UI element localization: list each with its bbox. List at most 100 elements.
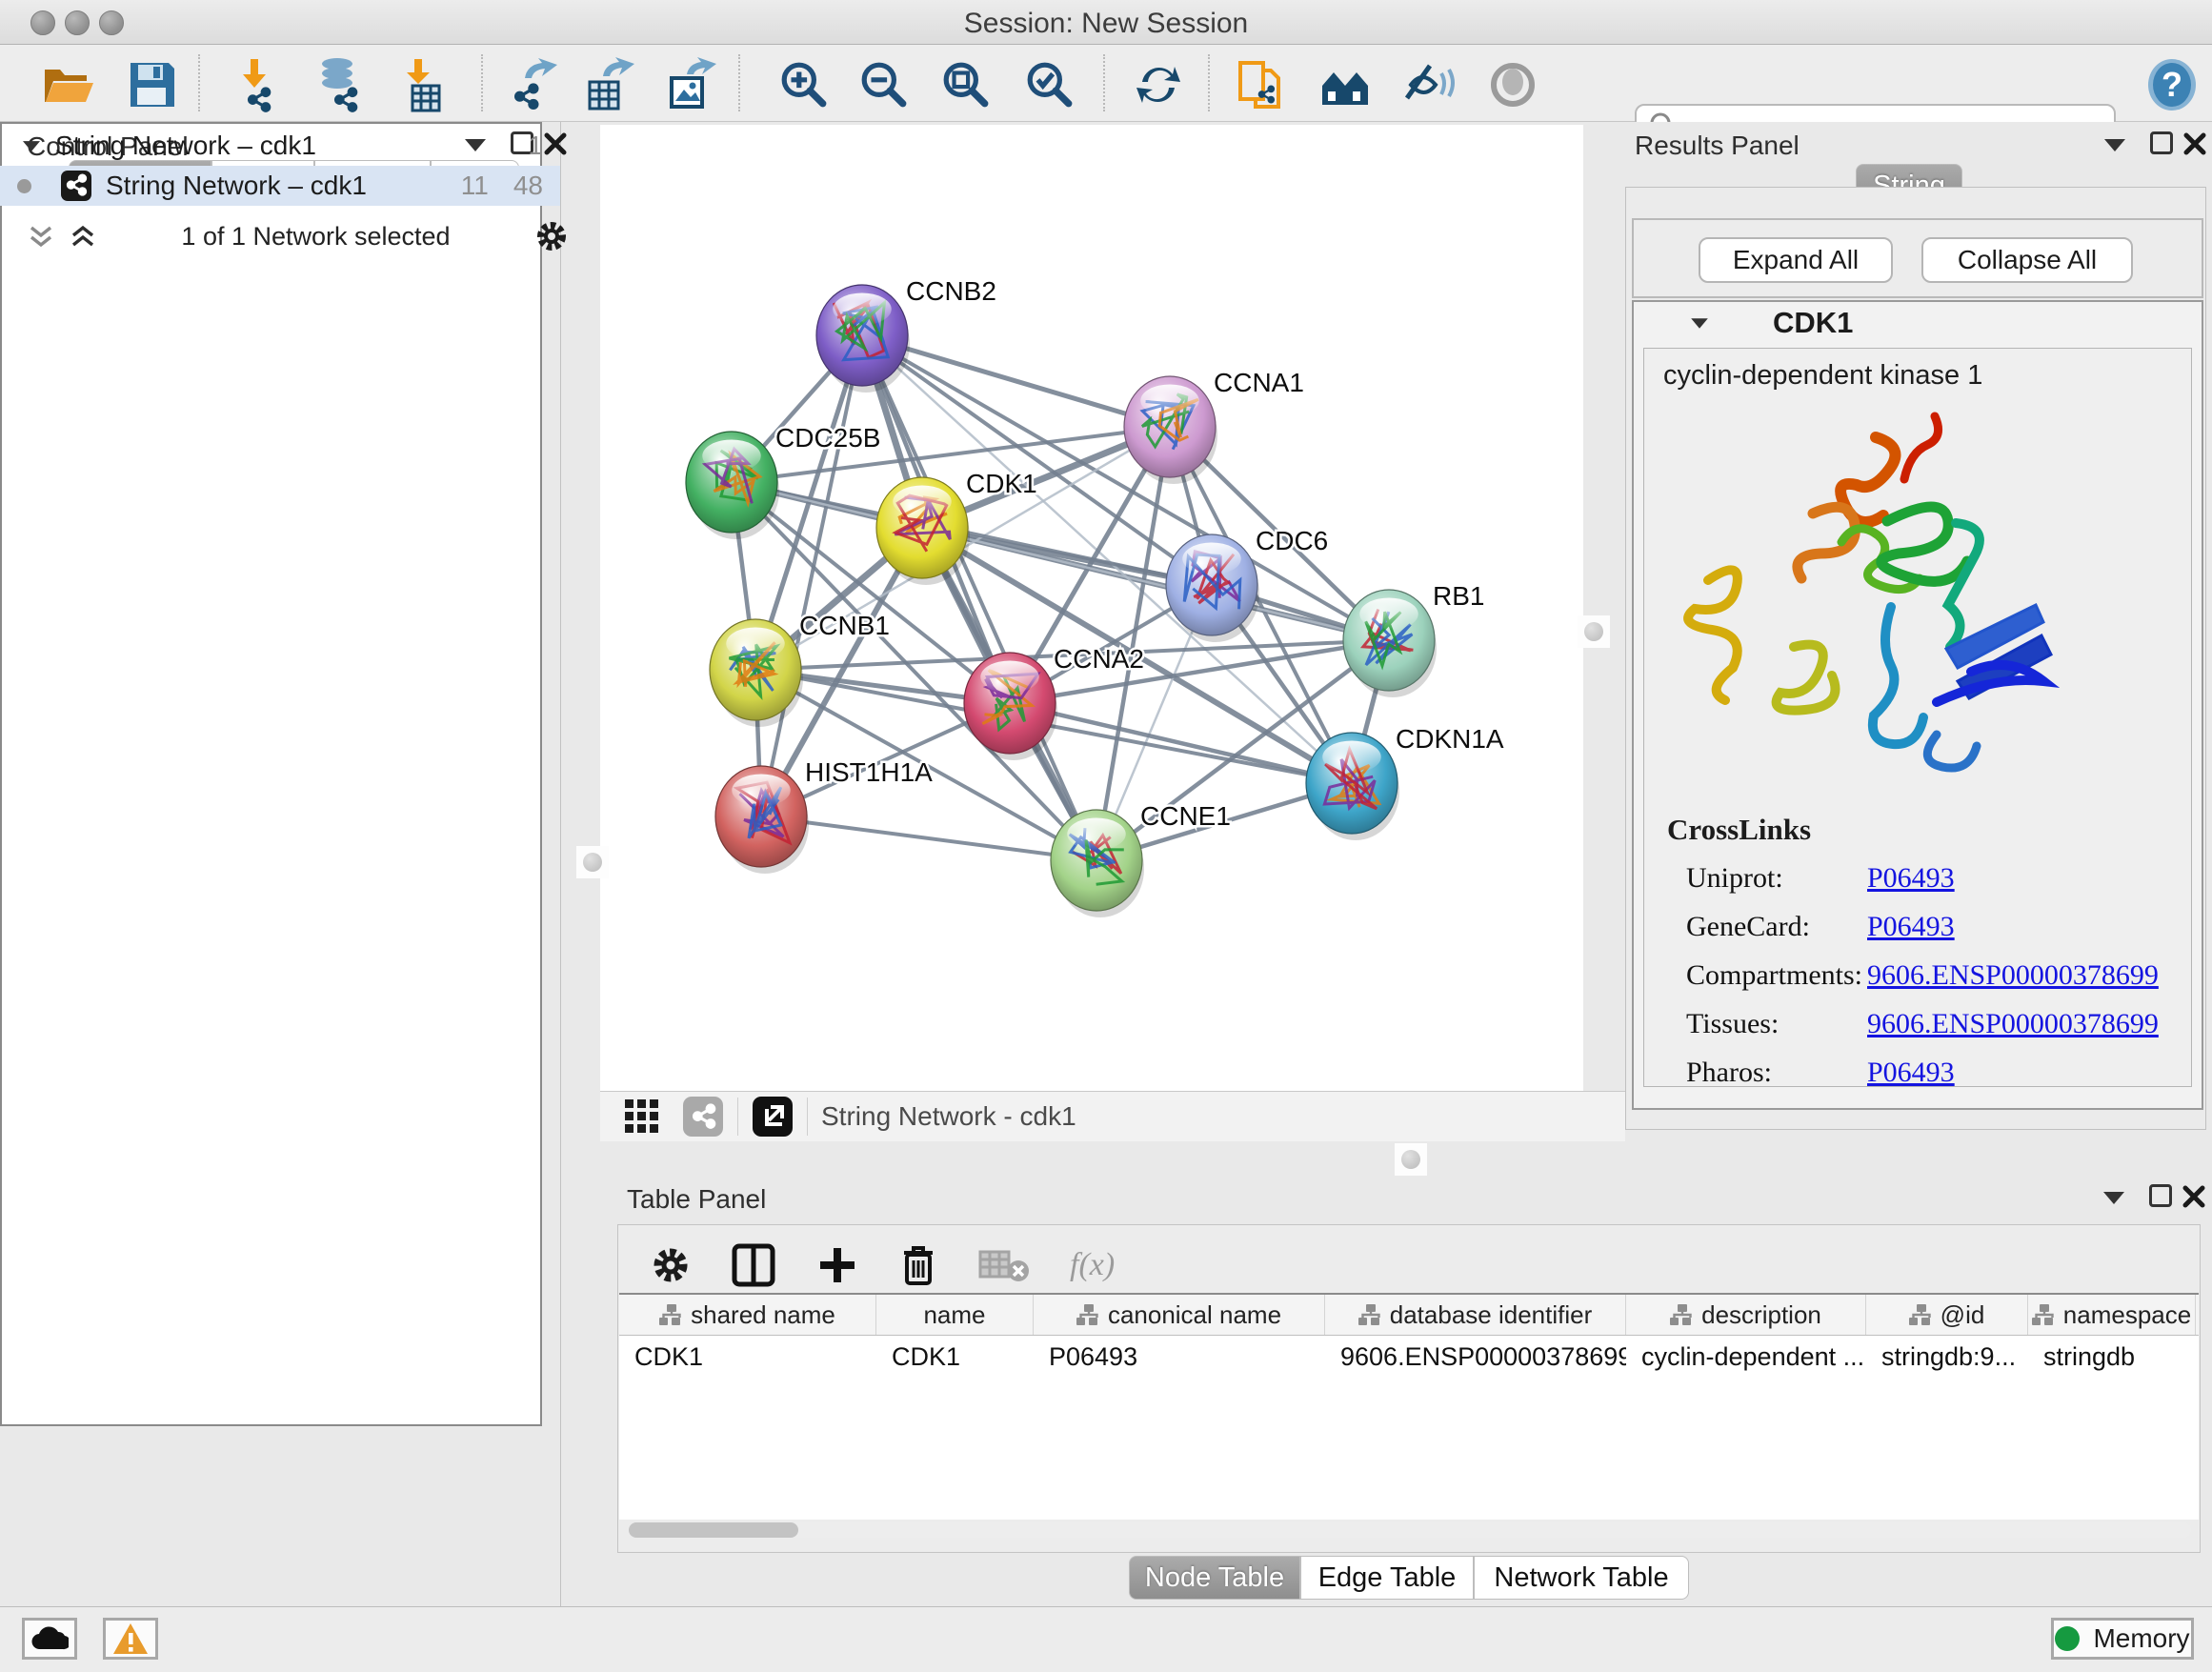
delete-column-icon[interactable] (898, 1243, 938, 1287)
results-panel-close-icon[interactable] (2182, 131, 2207, 156)
column-header--id[interactable]: @id (1866, 1295, 2028, 1335)
network-options-gear-icon[interactable] (534, 219, 569, 253)
bottom-splitter-handle[interactable] (1395, 1143, 1427, 1176)
svg-text:CCNA1: CCNA1 (1214, 368, 1304, 397)
refresh-button[interactable] (1128, 58, 1189, 111)
grid-view-icon[interactable] (623, 1098, 661, 1136)
results-panel-menu-caret-icon[interactable] (2104, 139, 2125, 151)
network-row[interactable]: String Network – cdk1 11 48 (0, 166, 560, 206)
table-cell[interactable]: cyclin-dependent ... (1626, 1336, 1866, 1378)
left-splitter-handle[interactable] (576, 846, 609, 878)
shared-column-icon (659, 1304, 681, 1326)
gene-section-header[interactable]: CDK1 (1634, 302, 2202, 344)
svg-text:CCNB1: CCNB1 (799, 611, 890, 640)
column-header-canonical-name[interactable]: canonical name (1034, 1295, 1325, 1335)
zoom-fit-icon (941, 60, 991, 110)
network-tree: String Network – cdk1 1 String Network –… (0, 122, 542, 1426)
table-cell[interactable]: stringdb (2028, 1336, 2196, 1378)
memory-button[interactable]: Memory (2051, 1618, 2194, 1660)
zoom-fit-button[interactable] (935, 58, 996, 111)
table-horizontal-scrollbar[interactable] (629, 1522, 2191, 1538)
table-panel-float-icon[interactable] (2149, 1184, 2172, 1207)
export-image-button[interactable] (661, 58, 722, 111)
export-table-button[interactable] (579, 58, 640, 111)
crosslink-row: Compartments:9606.ENSP00000378699 (1686, 959, 2191, 992)
network-edge-count: 48 (513, 171, 543, 201)
table-panel-title: Table Panel (627, 1184, 766, 1215)
network-label: String Network – cdk1 (106, 171, 367, 201)
network-graph[interactable]: CCNB2CCNA1CDC25BCDK1CDC6RB1CCNB1CCNA2CDK… (600, 125, 1583, 1091)
single-view-share-icon[interactable] (682, 1096, 724, 1138)
crosslink-value-link[interactable]: P06493 (1867, 1057, 1955, 1089)
status-bar: Memory (0, 1606, 2212, 1672)
import-network-database-button[interactable] (311, 58, 372, 111)
crosslink-label: Uniprot: (1686, 862, 1867, 895)
import-network-file-button[interactable] (231, 58, 292, 111)
clone-network-button[interactable] (1231, 58, 1292, 111)
results-panel-title: Results Panel (1635, 131, 1800, 161)
tab-edge-table[interactable]: Edge Table (1300, 1556, 1474, 1600)
table-cell[interactable]: CDK1 (876, 1336, 1034, 1378)
help-icon: ? (2146, 58, 2198, 111)
crosslink-value-link[interactable]: P06493 (1867, 862, 1955, 895)
show-hide-graphics-button[interactable] (1398, 58, 1459, 111)
column-header-namespace[interactable]: namespace (2028, 1295, 2196, 1335)
crosslink-value-link[interactable]: P06493 (1867, 911, 1955, 943)
expand-all-button[interactable]: Expand All (1699, 237, 1893, 283)
warnings-button[interactable] (103, 1618, 158, 1660)
toolbar-separator (738, 54, 740, 111)
shared-column-icon (1076, 1304, 1098, 1326)
help-button[interactable]: ? (2142, 58, 2202, 111)
column-header-shared-name[interactable]: shared name (619, 1295, 876, 1335)
scrollbar-thumb[interactable] (629, 1522, 798, 1538)
import-table-button[interactable] (394, 58, 455, 111)
main-toolbar: ? (0, 45, 2212, 122)
save-session-button[interactable] (122, 58, 183, 111)
svg-text:CCNB2: CCNB2 (906, 276, 996, 306)
column-header-name[interactable]: name (876, 1295, 1034, 1335)
open-session-button[interactable] (38, 58, 99, 111)
network-collection-row[interactable]: String Network – cdk1 1 (0, 126, 560, 166)
protein-structure-image (1651, 399, 2184, 809)
show-column-selector-icon[interactable] (731, 1242, 776, 1288)
right-splitter-handle[interactable] (1578, 615, 1610, 648)
create-column-icon[interactable] (816, 1244, 858, 1286)
table-cell[interactable]: stringdb:9... (1866, 1336, 2028, 1378)
svg-text:CCNA2: CCNA2 (1054, 644, 1144, 674)
expand-all-networks-icon[interactable] (69, 222, 97, 251)
gene-description: cyclin-dependent kinase 1 (1663, 360, 2191, 392)
table-header-row: shared namenamecanonical namedatabase id… (619, 1295, 2199, 1336)
level-of-detail-button[interactable] (1482, 58, 1543, 111)
tab-network-table[interactable]: Network Table (1474, 1556, 1689, 1600)
crosslink-value-link[interactable]: 9606.ENSP00000378699 (1867, 1008, 2159, 1040)
birdseye-button[interactable] (1317, 58, 1377, 111)
table-cell[interactable]: 9606.ENSP00000378699 (1325, 1336, 1626, 1378)
gene-section-caret-icon[interactable] (1691, 318, 1708, 328)
collapse-all-networks-icon[interactable] (27, 222, 55, 251)
column-header-database-identifier[interactable]: database identifier (1325, 1295, 1626, 1335)
collapse-all-button[interactable]: Collapse All (1921, 237, 2133, 283)
network-canvas[interactable]: CCNB2CCNA1CDC25BCDK1CDC6RB1CCNB1CCNA2CDK… (600, 125, 1583, 1091)
export-network-button[interactable] (503, 58, 564, 111)
tab-node-table[interactable]: Node Table (1129, 1556, 1300, 1600)
table-row[interactable]: CDK1CDK1P064939606.ENSP00000378699cyclin… (619, 1336, 2199, 1378)
crosslink-value-link[interactable]: 9606.ENSP00000378699 (1867, 959, 2159, 992)
table-options-gear-icon[interactable] (651, 1245, 691, 1285)
zoom-selected-button[interactable] (1019, 58, 1080, 111)
svg-text:CDK1: CDK1 (966, 469, 1037, 498)
import-network-file-icon (233, 57, 289, 112)
detach-view-icon[interactable] (752, 1096, 794, 1138)
svg-text:CDKN1A: CDKN1A (1396, 724, 1504, 754)
cloud-button[interactable] (22, 1618, 77, 1660)
table-cell[interactable]: CDK1 (619, 1336, 876, 1378)
collection-caret-icon[interactable] (23, 141, 40, 151)
table-panel-menu-caret-icon[interactable] (2103, 1192, 2124, 1204)
column-header-description[interactable]: description (1626, 1295, 1866, 1335)
export-table-icon (582, 57, 637, 112)
results-panel-float-icon[interactable] (2150, 131, 2173, 154)
zoom-in-button[interactable] (774, 58, 835, 111)
zoom-out-button[interactable] (854, 58, 915, 111)
table-cell[interactable]: P06493 (1034, 1336, 1325, 1378)
table-panel-close-icon[interactable] (2182, 1184, 2206, 1209)
node-table-grid[interactable]: shared namenamecanonical namedatabase id… (619, 1293, 2199, 1520)
